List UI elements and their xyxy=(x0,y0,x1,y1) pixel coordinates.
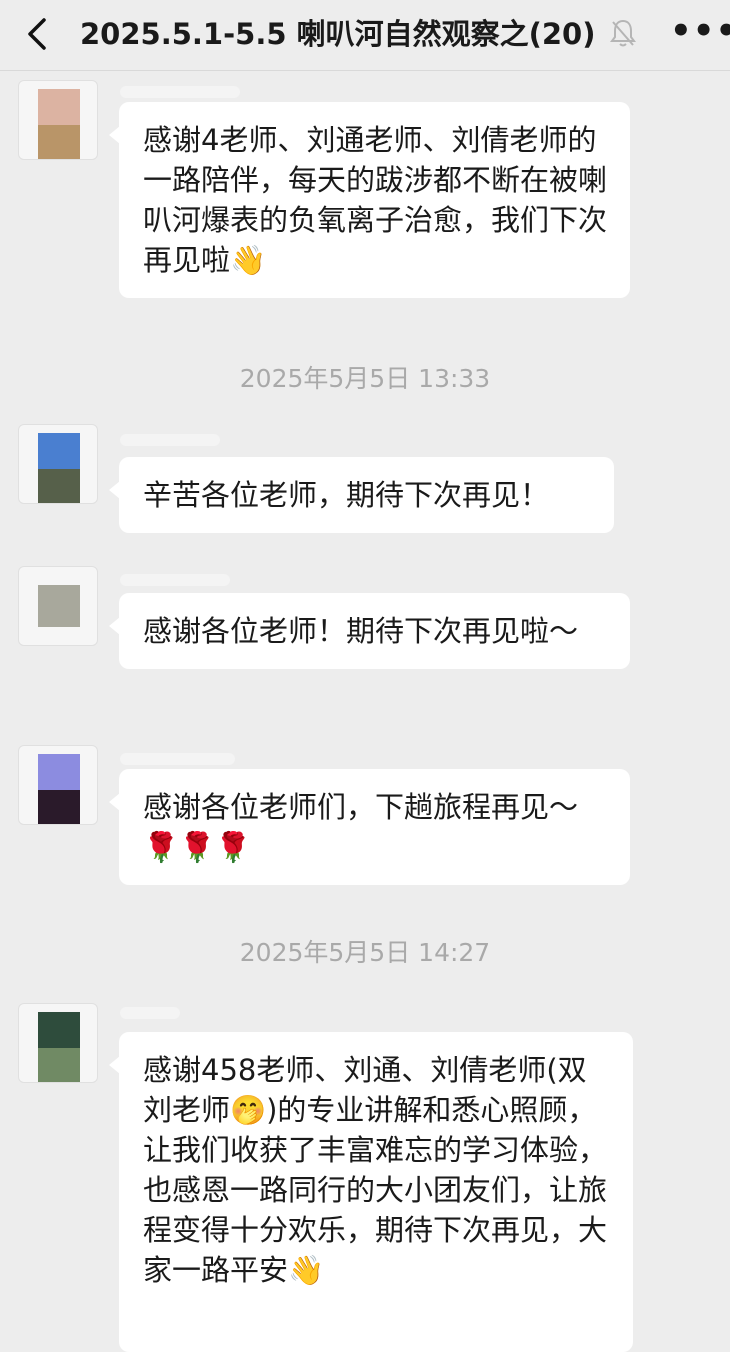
avatar[interactable] xyxy=(18,424,98,504)
avatar-blur-top xyxy=(38,585,80,627)
message-bubble[interactable]: 辛苦各位老师，期待下次再见！ xyxy=(109,457,614,533)
message-bubble[interactable]: 感谢各位老师们，下趟旅程再见～🌹🌹🌹 xyxy=(109,769,630,885)
avatar-blur-top xyxy=(38,754,80,790)
timestamp: 2025年5月5日 13:33 xyxy=(239,364,491,393)
sender-name xyxy=(120,434,220,446)
avatar-blur-top xyxy=(38,433,80,469)
message-bubble[interactable]: 感谢各位老师！期待下次再见啦～ xyxy=(109,593,630,669)
avatar[interactable] xyxy=(18,566,98,646)
avatar-blur-top xyxy=(38,1012,80,1048)
message-bubble[interactable]: 感谢458老师、刘通、刘倩老师(双刘老师🤭)的专业讲解和悉心照顾，让我们收获了丰… xyxy=(109,1032,633,1352)
bell-muted-icon xyxy=(610,18,636,48)
avatar[interactable] xyxy=(18,80,98,160)
sender-name xyxy=(120,86,240,98)
avatar-blur-bottom xyxy=(38,125,80,159)
sender-name xyxy=(120,1007,180,1019)
message-bubble[interactable]: 感谢4老师、刘通老师、刘倩老师的一路陪伴，每天的跋涉都不断在被喇叭河爆表的负氧离… xyxy=(109,102,630,298)
avatar-blur-bottom xyxy=(38,790,80,824)
avatar-blur-bottom xyxy=(38,469,80,503)
sender-name xyxy=(120,574,230,586)
timestamp: 2025年5月5日 14:27 xyxy=(239,938,491,967)
back-arrow-glyph xyxy=(28,18,46,50)
back-arrow-icon[interactable] xyxy=(18,14,58,54)
chat-title: 2025.5.1-5.5 喇叭河自然观察之(20) xyxy=(80,17,596,51)
avatar-blur-top xyxy=(38,89,80,125)
sender-name xyxy=(120,753,235,765)
avatar[interactable] xyxy=(18,1003,98,1083)
more-dots-icon[interactable]: ••• xyxy=(670,14,730,48)
avatar-blur-bottom xyxy=(38,1048,80,1082)
avatar[interactable] xyxy=(18,745,98,825)
chat-header: 2025.5.1-5.5 喇叭河自然观察之(20) ••• xyxy=(0,0,730,71)
